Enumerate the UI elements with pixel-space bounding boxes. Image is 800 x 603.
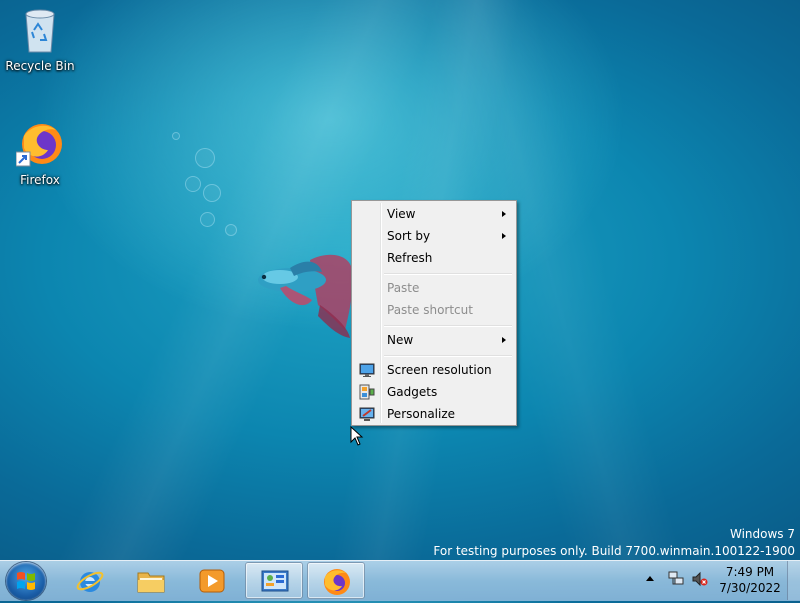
menu-separator bbox=[384, 355, 512, 357]
taskbar-media-player[interactable] bbox=[183, 562, 241, 599]
mouse-pointer-icon bbox=[350, 426, 364, 446]
submenu-arrow-icon bbox=[502, 233, 506, 239]
menu-item-label: Sort by bbox=[387, 229, 431, 243]
start-button[interactable] bbox=[6, 562, 46, 600]
wallpaper-bubble bbox=[185, 176, 201, 192]
wallpaper-bubble bbox=[200, 212, 215, 227]
clock-time: 7:49 PM bbox=[725, 565, 775, 579]
desktop-icon-firefox[interactable]: Firefox bbox=[2, 120, 78, 187]
menu-item-sort-by[interactable]: Sort by bbox=[354, 225, 514, 247]
desktop-icon-recycle-bin[interactable]: Recycle Bin bbox=[2, 6, 78, 73]
taskbar-internet-explorer[interactable] bbox=[61, 562, 119, 599]
menu-item-paste-shortcut: Paste shortcut bbox=[354, 299, 514, 321]
menu-item-label: View bbox=[387, 207, 416, 221]
volume-muted-icon[interactable] bbox=[692, 571, 708, 587]
personalize-icon bbox=[359, 407, 375, 421]
show-hidden-icons-button[interactable] bbox=[646, 576, 654, 581]
menu-item-personalize[interactable]: Personalize bbox=[354, 403, 514, 425]
menu-item-label: New bbox=[387, 333, 414, 347]
menu-item-paste: Paste bbox=[354, 277, 514, 299]
menu-item-new[interactable]: New bbox=[354, 329, 514, 351]
menu-item-label: Refresh bbox=[387, 251, 433, 265]
recycle-bin-icon bbox=[25, 9, 55, 53]
taskbar-firefox[interactable] bbox=[307, 562, 365, 599]
taskbar-clock[interactable]: 7:49 PM 7/30/2022 bbox=[716, 564, 784, 596]
windows-logo-icon bbox=[17, 572, 35, 590]
firefox-icon bbox=[324, 569, 350, 595]
menu-item-gadgets[interactable]: Gadgets bbox=[354, 381, 514, 403]
firefox-icon bbox=[15, 124, 62, 167]
desktop-icon-label: Firefox bbox=[20, 173, 60, 187]
menu-item-refresh[interactable]: Refresh bbox=[354, 247, 514, 269]
media-player-icon bbox=[199, 569, 225, 593]
wallpaper-bubble bbox=[203, 184, 221, 202]
menu-item-label: Screen resolution bbox=[387, 363, 492, 377]
submenu-arrow-icon bbox=[502, 337, 506, 343]
control-panel-icon bbox=[261, 570, 289, 592]
desktop-icon-label: Recycle Bin bbox=[5, 59, 75, 73]
menu-item-label: Paste bbox=[387, 281, 420, 295]
menu-item-screen-resolution[interactable]: Screen resolution bbox=[354, 359, 514, 381]
menu-item-label: Personalize bbox=[387, 407, 456, 421]
show-desktop-button[interactable] bbox=[787, 561, 800, 600]
menu-separator bbox=[384, 325, 512, 327]
desktop-context-menu: View Sort by Refresh Paste Paste shortcu… bbox=[351, 200, 517, 426]
menu-separator bbox=[384, 273, 512, 275]
wallpaper-bubble bbox=[172, 132, 180, 140]
submenu-arrow-icon bbox=[502, 211, 506, 217]
menu-item-view[interactable]: View bbox=[354, 203, 514, 225]
menu-item-label: Gadgets bbox=[387, 385, 438, 399]
os-watermark-build: For testing purposes only. Build 7700.wi… bbox=[433, 544, 795, 558]
wallpaper-bubble bbox=[225, 224, 237, 236]
gadgets-icon bbox=[359, 384, 375, 400]
taskbar-windows-explorer[interactable] bbox=[122, 562, 180, 599]
clock-date: 7/30/2022 bbox=[719, 581, 781, 595]
folder-icon bbox=[137, 572, 165, 593]
taskbar-control-panel[interactable] bbox=[245, 562, 303, 599]
os-watermark-title: Windows 7 bbox=[729, 527, 795, 541]
screen-resolution-icon bbox=[359, 363, 375, 377]
wallpaper-bubble bbox=[195, 148, 215, 168]
network-icon[interactable] bbox=[668, 571, 684, 587]
menu-item-label: Paste shortcut bbox=[387, 303, 473, 317]
internet-explorer-icon bbox=[76, 571, 104, 592]
wallpaper-fish bbox=[258, 254, 353, 338]
